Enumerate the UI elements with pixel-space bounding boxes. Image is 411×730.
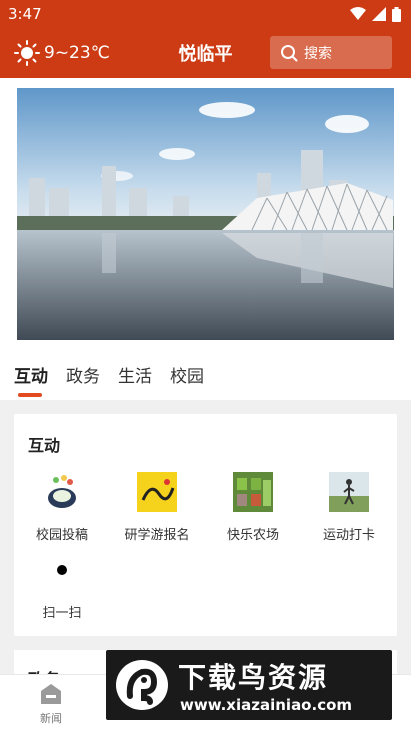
- status-icons: [350, 6, 401, 22]
- interaction-card: 互动 校园投稿 研学游报名 快乐农场 运动打卡 扫一扫: [14, 414, 397, 636]
- banner-image[interactable]: [17, 88, 394, 340]
- status-time: 3:47: [8, 5, 42, 23]
- campus-submission-icon: [48, 475, 76, 508]
- tab-life[interactable]: 生活: [118, 362, 152, 395]
- signal-icon: [372, 7, 386, 21]
- top-app-bar: 9~23℃ 悦临平 搜索: [0, 28, 411, 78]
- sports-checkin-icon: [329, 472, 369, 512]
- grid-item-scan[interactable]: 扫一扫: [17, 550, 107, 621]
- tab-campus[interactable]: 校园: [170, 362, 204, 395]
- grid-item-happy-farm[interactable]: 快乐农场: [208, 472, 298, 543]
- weather-widget[interactable]: 9~23℃: [14, 40, 110, 66]
- grid-item-campus-submission[interactable]: 校园投稿: [17, 472, 107, 543]
- card-title: 政务: [28, 666, 60, 674]
- search-input[interactable]: 搜索: [270, 36, 392, 69]
- main-content: 互动 政务 生活 校园 互动 校园投稿 研学游报名 快乐农场 运动打卡 扫一扫: [0, 78, 411, 674]
- grid-item-label: 运动打卡: [322, 528, 375, 543]
- grid-item-label: 扫一扫: [42, 606, 82, 621]
- watermark-title: 下载鸟资源: [178, 661, 329, 694]
- scan-icon: [57, 565, 67, 575]
- tab-interaction[interactable]: 互动: [14, 362, 48, 397]
- watermark-banner: 下载鸟资源 www.xiazainiao.com: [106, 650, 392, 720]
- bird-logo-icon: [116, 660, 168, 710]
- happy-farm-icon: [233, 472, 273, 512]
- news-icon: [41, 684, 61, 704]
- status-bar: 3:47: [0, 0, 411, 28]
- battery-icon: [392, 6, 401, 22]
- card-title: 互动: [28, 436, 61, 455]
- tab-government[interactable]: 政务: [66, 362, 100, 395]
- grid-item-label: 研学游报名: [124, 528, 190, 543]
- grid-item-label: 校园投稿: [35, 528, 88, 543]
- nav-item-label: 新闻: [40, 712, 62, 725]
- grid-item-study-tour[interactable]: 研学游报名: [112, 472, 202, 543]
- nav-item-news[interactable]: 新闻: [21, 681, 81, 726]
- banner-architecture-picture: [17, 88, 394, 340]
- grid-item-sports-checkin[interactable]: 运动打卡: [304, 472, 394, 543]
- wifi-icon: [350, 7, 366, 20]
- weather-temperature: 9~23℃: [44, 43, 110, 63]
- study-tour-icon: [137, 472, 177, 512]
- search-placeholder: 搜索: [304, 45, 332, 62]
- sun-icon: [14, 40, 40, 66]
- watermark-url: www.xiazainiao.com: [180, 696, 353, 714]
- category-tabs: 互动 政务 生活 校园: [14, 362, 204, 397]
- grid-item-label: 快乐农场: [226, 528, 279, 543]
- search-icon: [281, 44, 298, 61]
